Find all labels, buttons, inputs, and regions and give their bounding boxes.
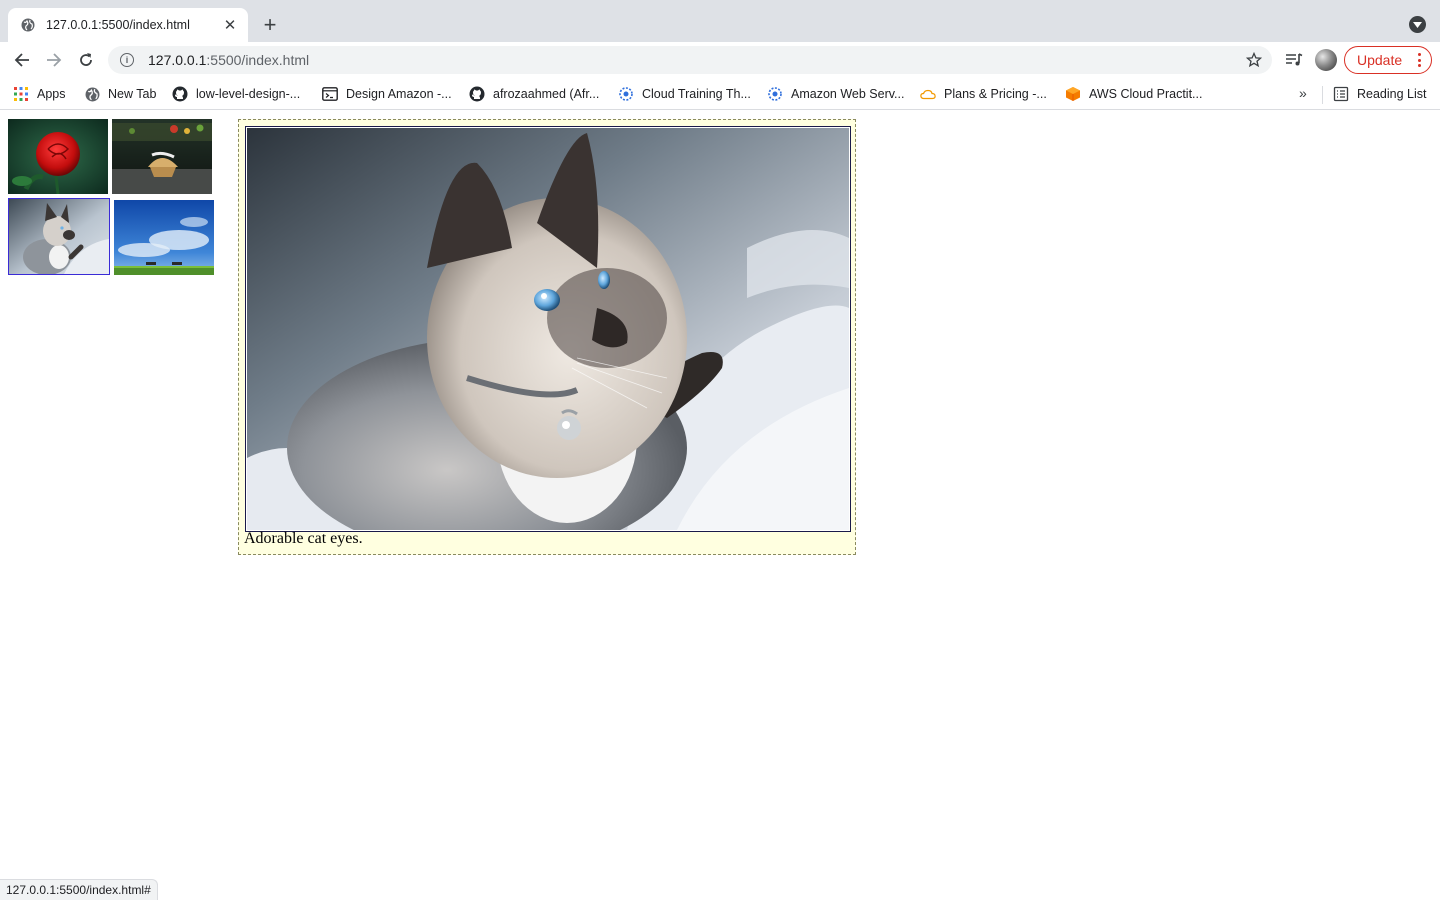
- bookmark-design-amazon[interactable]: Design Amazon -...: [322, 85, 452, 103]
- bookmark-amazon-web-services[interactable]: Amazon Web Serv...: [767, 85, 904, 103]
- new-tab-button[interactable]: +: [259, 14, 281, 36]
- bookmark-afrozaahmed[interactable]: afrozaahmed (Afr...: [469, 85, 599, 103]
- info-icon[interactable]: i: [120, 53, 134, 67]
- bookmark-plans-pricing[interactable]: Plans & Pricing -...: [920, 85, 1047, 103]
- bookmark-aws-cloud-practitioner[interactable]: AWS Cloud Practit...: [1065, 85, 1202, 103]
- menu-dots-icon: [1417, 53, 1421, 67]
- bookmark-label: Apps: [37, 87, 66, 101]
- bookmark-label: low-level-design-...: [196, 87, 301, 101]
- bookmark-low-level-design[interactable]: low-level-design-...: [172, 85, 300, 103]
- reload-icon[interactable]: [76, 50, 96, 70]
- gear-icon: [618, 86, 634, 102]
- thumbnail-cat[interactable]: [8, 198, 110, 275]
- reading-list-icon: [1333, 86, 1349, 102]
- url-path: :5500/index.html: [206, 52, 310, 68]
- browser-tab[interactable]: 127.0.0.1:5500/index.html ✕: [8, 8, 248, 42]
- terminal-icon: [322, 86, 338, 102]
- chevron-double-right-icon[interactable]: »: [1299, 85, 1307, 101]
- status-bar-url: 127.0.0.1:5500/index.html#: [0, 879, 158, 900]
- gear-icon: [767, 86, 783, 102]
- github-icon: [172, 86, 188, 102]
- bookmark-label: AWS Cloud Practit...: [1089, 87, 1203, 101]
- bookmark-cloud-training[interactable]: Cloud Training Th...: [618, 85, 751, 103]
- address-bar[interactable]: i 127.0.0.1:5500/index.html: [108, 46, 1272, 74]
- globe-icon: [20, 17, 36, 33]
- bookmark-label: Plans & Pricing -...: [944, 87, 1047, 101]
- github-icon: [469, 86, 485, 102]
- bookmark-label: Cloud Training Th...: [642, 87, 751, 101]
- back-arrow-icon[interactable]: [12, 50, 32, 70]
- bookmark-label: Amazon Web Serv...: [791, 87, 905, 101]
- thumbnail-food[interactable]: [112, 119, 212, 194]
- update-label: Update: [1357, 52, 1403, 68]
- divider: [1322, 86, 1323, 104]
- globe-icon: [84, 86, 100, 102]
- tab-strip: 127.0.0.1:5500/index.html ✕ +: [0, 0, 1440, 42]
- tab-title: 127.0.0.1:5500/index.html: [46, 18, 190, 32]
- bookmarks-bar: Apps New Tab low-level-design-... Design…: [0, 78, 1440, 110]
- cloud-icon: [920, 86, 936, 102]
- thumbnail-rose[interactable]: [8, 119, 108, 194]
- bookmark-star-icon[interactable]: [1246, 52, 1262, 68]
- thumbnail-sky[interactable]: [114, 200, 214, 275]
- figure-caption: Adorable cat eyes.: [244, 530, 363, 547]
- close-icon[interactable]: ✕: [222, 17, 238, 34]
- cube-icon: [1065, 86, 1081, 102]
- reading-list-label: Reading List: [1357, 87, 1427, 101]
- bookmark-label: afrozaahmed (Afr...: [493, 87, 600, 101]
- update-button[interactable]: Update: [1344, 46, 1432, 74]
- bookmark-new-tab[interactable]: New Tab: [84, 85, 156, 103]
- bookmark-label: Design Amazon -...: [346, 87, 452, 101]
- bookmark-apps[interactable]: Apps: [13, 85, 66, 103]
- media-queue-icon[interactable]: [1284, 50, 1304, 70]
- featured-figure: Adorable cat eyes.: [238, 119, 856, 558]
- apps-grid-icon: [13, 86, 29, 102]
- featured-image: [245, 126, 851, 558]
- reading-list-button[interactable]: Reading List: [1333, 85, 1427, 103]
- avatar[interactable]: [1315, 49, 1337, 71]
- page-content: Adorable cat eyes.: [0, 111, 1440, 900]
- tab-search-icon[interactable]: [1409, 16, 1426, 33]
- bookmark-label: New Tab: [108, 87, 157, 101]
- forward-arrow-icon[interactable]: [44, 50, 64, 70]
- address-url: 127.0.0.1:5500/index.html: [148, 52, 309, 68]
- browser-toolbar: i 127.0.0.1:5500/index.html Update: [0, 42, 1440, 78]
- url-host: 127.0.0.1: [148, 52, 207, 68]
